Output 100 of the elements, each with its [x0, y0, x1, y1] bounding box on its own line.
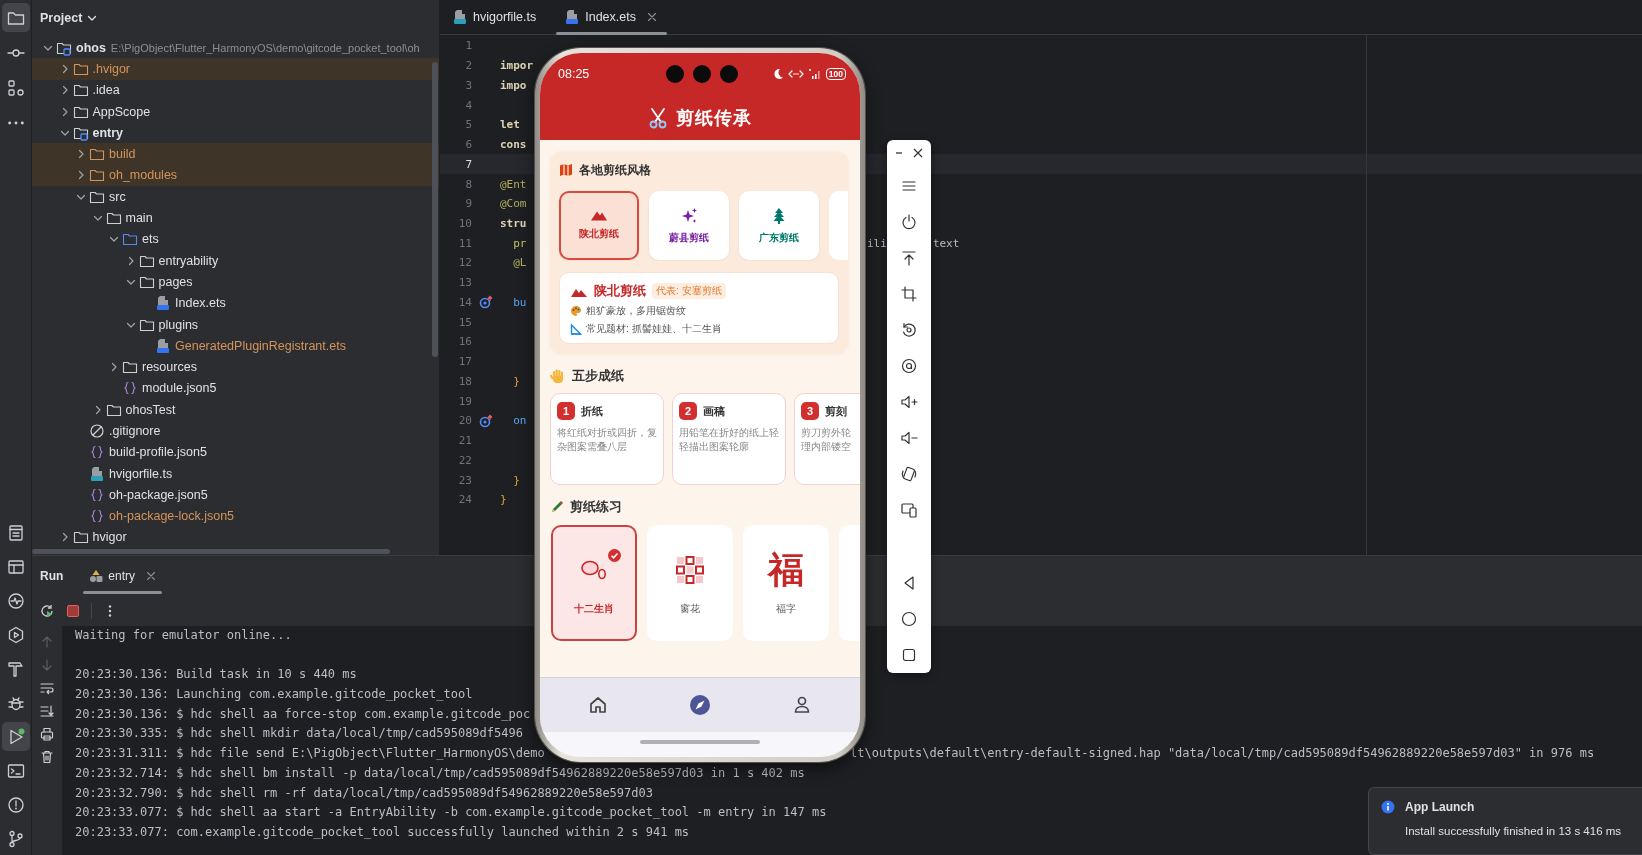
file-icon [155, 295, 171, 312]
trash-icon[interactable] [39, 749, 55, 765]
code-text: cons [500, 138, 527, 152]
code-text: impo [500, 78, 527, 92]
line-number: 2 [464, 59, 472, 73]
alert-icon [5, 794, 26, 815]
fact-text: 粗犷豪放，多用锯齿纹 [586, 304, 686, 318]
close-icon[interactable] [646, 12, 657, 22]
tree-item[interactable]: build [32, 143, 439, 165]
volume-up-icon[interactable] [900, 393, 918, 411]
info-icon [1381, 800, 1395, 814]
braces-icon [89, 486, 105, 503]
tree-item[interactable]: ohosTest [32, 399, 439, 421]
tree-item[interactable]: .gitignore [32, 420, 439, 442]
crop-icon[interactable] [900, 285, 918, 303]
compass-icon[interactable] [689, 694, 711, 716]
line-number: 10 [457, 216, 472, 230]
rotate-icon[interactable] [900, 321, 918, 339]
screenshot-icon[interactable] [900, 357, 918, 375]
override-marker-icon[interactable] [479, 295, 493, 310]
line-number: 7 [464, 157, 472, 171]
code-text: stru [500, 216, 527, 230]
run-tab[interactable]: entry [83, 556, 162, 596]
power-icon[interactable] [900, 213, 918, 231]
file-icon [564, 9, 581, 25]
folder-icon [122, 359, 138, 376]
tree-item[interactable]: entry [32, 122, 439, 144]
step-title: 折纸 [581, 403, 603, 419]
editor-tab[interactable]: Index.ets [552, 0, 671, 34]
tree-item[interactable]: build-profile.json5 [32, 441, 439, 463]
step-text: 剪刀剪外轮 [801, 426, 852, 440]
step-text: 杂图案需叠八层 [557, 440, 628, 454]
tree-item[interactable]: AppScope [32, 100, 439, 123]
practice-card[interactable]: 窗花 [647, 525, 733, 641]
tree-item[interactable]: hvigorfile.ts [32, 462, 439, 485]
scroll-end-icon[interactable] [39, 703, 55, 719]
panel-title[interactable]: Project [40, 10, 83, 25]
character-glyph: 福 [768, 550, 804, 590]
region-card[interactable]: 蔚县剪纸 [649, 191, 729, 260]
code-text: on [512, 414, 527, 428]
line-number: 4 [464, 98, 472, 112]
tree-item[interactable]: GeneratedPluginRegistrant.ets [32, 335, 439, 357]
line-number: 11 [457, 236, 472, 250]
tree-item[interactable]: ets [32, 228, 439, 250]
home-icon[interactable] [588, 695, 609, 715]
tree-item[interactable]: oh-package.json5 [32, 484, 439, 506]
practice-card[interactable]: 福 福字 [743, 525, 829, 641]
step-text: 轻描出图案轮廓 [679, 440, 750, 454]
arrow-to-top-icon[interactable] [900, 249, 918, 267]
home-button-icon[interactable] [900, 610, 918, 628]
recents-icon[interactable] [900, 646, 918, 664]
line-number: 8 [464, 177, 472, 191]
folder-icon [122, 231, 138, 248]
print-icon[interactable] [39, 726, 55, 742]
device-rotate-icon[interactable] [900, 465, 918, 483]
tree-item[interactable]: plugins [32, 313, 439, 336]
code-text: impor [500, 59, 534, 73]
folder-icon [89, 167, 105, 184]
tree-item[interactable]: Index.ets [32, 292, 439, 314]
tool-window-button[interactable] [1, 3, 30, 32]
tool-window-button[interactable] [1, 722, 30, 751]
status-time: 08:25 [558, 67, 591, 81]
console-line: 20:23:30.136: Launching com.example.gitcode_pocket_tool [75, 686, 473, 704]
multi-device-icon[interactable] [900, 501, 918, 519]
scrollbar[interactable] [432, 62, 438, 357]
practice-card[interactable]: 十二生肖 [551, 525, 637, 641]
tree-item[interactable]: hvigor [32, 526, 439, 549]
tree-item[interactable]: oh-package-lock.json5 [32, 505, 439, 527]
console-line: 20:23:33.077: com.example.gitcode_pocket_tool successfully launched within 2 s 941 ms [75, 823, 690, 841]
structure-icon [5, 77, 26, 98]
override-marker-icon[interactable] [479, 413, 493, 428]
palette-icon [570, 305, 582, 317]
region-card[interactable]: 陕北剪纸 [559, 191, 639, 260]
step-text: 用铅笔在折好的纸上轻 [679, 426, 779, 440]
line-number: 1 [464, 39, 472, 53]
detail-title: 陕北剪纸 [594, 282, 646, 300]
tree-item[interactable]: resources [32, 356, 439, 378]
editor-tab[interactable]: hvigorfile.ts [440, 0, 551, 34]
line-number: 23 [457, 473, 472, 487]
tree-item[interactable]: .idea [32, 79, 439, 101]
code-arrows-icon [787, 68, 804, 80]
tree-item[interactable]: .hvigor [32, 58, 439, 80]
tree-item[interactable]: src [32, 186, 439, 208]
minimize-icon[interactable] [895, 149, 903, 157]
line-number: 5 [464, 118, 472, 132]
fact-text: 常见题材: 抓髻娃娃、十二生肖 [586, 322, 722, 336]
moon-icon [771, 68, 784, 80]
region-card[interactable]: 广东剪纸 [739, 191, 819, 260]
rerun-icon[interactable] [39, 602, 55, 619]
tree-item[interactable]: module.json5 [32, 377, 439, 400]
tree-item[interactable]: entryability [32, 249, 439, 272]
tree-item[interactable]: ohos E:\PigObject\Flutter_HarmonyOS\demo\gitcode_pocket_tool\oh [32, 37, 439, 59]
scrollbar[interactable] [32, 549, 390, 554]
more-icon [7, 120, 24, 125]
tree-item[interactable]: pages [32, 271, 439, 293]
close-icon[interactable] [913, 148, 923, 158]
wrap-icon[interactable] [39, 680, 55, 696]
stop-icon[interactable] [65, 602, 81, 619]
tree-item[interactable]: main [32, 207, 439, 229]
volume-down-icon[interactable] [900, 429, 918, 447]
